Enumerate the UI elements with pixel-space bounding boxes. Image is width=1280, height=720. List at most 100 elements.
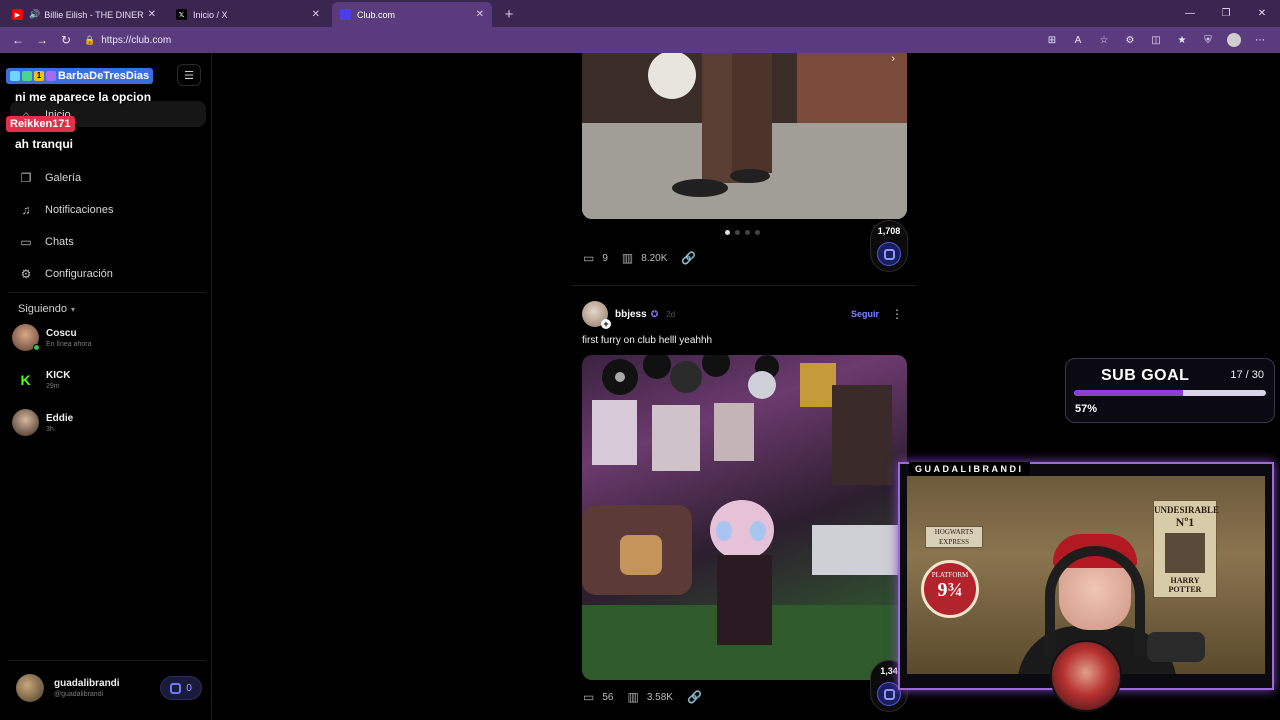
photo-room-scene — [582, 355, 907, 680]
close-icon[interactable]: ✕ — [476, 9, 484, 20]
club-icon — [340, 9, 351, 20]
url-field[interactable]: 🔒 https://club.com — [84, 35, 171, 46]
sidebar-item-label: Configuración — [45, 268, 113, 280]
divider — [571, 285, 917, 286]
tab-title: Club.com — [357, 9, 396, 20]
tab-youtube[interactable]: ▶ 🔊 Billie Eilish - THE DINER (Offic ✕ — [4, 2, 164, 27]
restore-icon[interactable]: ❐ — [1208, 0, 1244, 27]
profile-card[interactable]: guadalibrandi @guadalibrandi 0 — [10, 668, 202, 708]
tip-button[interactable] — [877, 242, 901, 266]
following-label: Siguiendo — [18, 303, 67, 315]
chat-message: ni me aparece la opcion — [15, 90, 152, 104]
sidebar-item-chats[interactable]: ▭ Chats — [18, 235, 74, 249]
coins-button[interactable]: 0 — [160, 676, 202, 700]
dot[interactable] — [745, 230, 750, 235]
app-install-icon[interactable]: ⊞ — [1040, 29, 1064, 51]
badge-icon — [22, 71, 32, 82]
tab-title: Inicio / X — [193, 9, 228, 20]
sidebar-item-galeria[interactable]: ❐ Galería — [18, 171, 81, 185]
url-text: https://club.com — [101, 34, 172, 46]
comment-icon[interactable]: ▭ — [583, 251, 594, 265]
window-controls: — ❐ ✕ — [1172, 0, 1280, 27]
lock-icon[interactable]: 🔒 — [84, 35, 95, 46]
link-icon[interactable]: 🔗 — [687, 690, 702, 704]
view-count: 3.58K — [646, 691, 673, 703]
dot[interactable] — [725, 230, 730, 235]
more-options-icon[interactable]: ⋮ — [891, 307, 903, 321]
chat-username-text: BarbaDeTresDias — [58, 70, 150, 82]
speaker-icon[interactable]: 🔊 — [29, 9, 40, 20]
view-count: 8.20K — [641, 252, 668, 264]
post-image[interactable]: › — [582, 53, 907, 219]
profile-avatar[interactable] — [1222, 29, 1246, 51]
sub-goal-percent: 57% — [1075, 403, 1098, 415]
refresh-icon[interactable]: ↻ — [54, 29, 78, 51]
sub-goal-progress-bar — [1074, 390, 1266, 396]
shield-icon[interactable]: ⛨ — [1196, 29, 1220, 51]
sidebar-item-notificaciones[interactable]: ♫ Notificaciones — [18, 203, 114, 217]
bell-icon: ♫ — [21, 203, 31, 217]
favorites-icon[interactable]: ★ — [1170, 29, 1194, 51]
hogwarts-sign: HOGWARTS EXPRESS — [925, 526, 983, 548]
following-status: 29m — [46, 382, 60, 390]
coins-count: 0 — [186, 682, 192, 694]
coin-icon — [170, 682, 182, 694]
poster: UNDESIRABLE Nº1 HARRY POTTER — [1153, 500, 1220, 598]
post-header: + bbjess ✪ 2d Seguir ⋮ — [582, 300, 907, 329]
follow-button[interactable]: Seguir — [851, 309, 879, 319]
sidebar-item-label: Chats — [45, 236, 74, 248]
dot[interactable] — [735, 230, 740, 235]
gear-icon: ⚙ — [20, 267, 32, 281]
dot[interactable] — [755, 230, 760, 235]
comment-count: 9 — [602, 252, 608, 264]
sidebar-item-label: Galería — [45, 172, 82, 184]
sub-goal-count: 17 / 30 — [1230, 369, 1264, 381]
minimize-icon[interactable]: — — [1172, 0, 1208, 27]
sidebar-item-configuracion[interactable]: ⚙ Configuración — [18, 267, 113, 281]
platform-label: PLATFORM — [931, 571, 969, 579]
hamburger-menu-button[interactable]: ☰ — [177, 64, 201, 86]
score-count: 1,34 — [880, 666, 898, 676]
sidebar-item-label: Notificaciones — [45, 204, 114, 216]
plus-icon[interactable]: + — [601, 319, 611, 329]
read-aloud-icon[interactable]: A — [1066, 29, 1090, 51]
profile-name: guadalibrandi — [54, 678, 120, 689]
close-window-icon[interactable]: ✕ — [1244, 0, 1280, 27]
post-stats: ▭ 9 ▥ 8.20K 🔗 — [583, 251, 704, 265]
sub-goal-progress-fill — [1074, 390, 1184, 396]
x-logo-icon: 𝕏 — [176, 9, 187, 20]
following-item-kick[interactable]: K KICK 29m — [12, 366, 70, 393]
poster-photo — [1165, 533, 1205, 573]
close-icon[interactable]: ✕ — [148, 9, 156, 20]
new-tab-button[interactable]: + — [498, 3, 520, 25]
microphone — [1147, 632, 1205, 662]
kick-logo-icon: K — [20, 371, 31, 388]
extensions-icon[interactable]: ⚙ — [1118, 29, 1142, 51]
platform-sign: PLATFORM 9¾ — [921, 560, 979, 618]
online-indicator — [33, 344, 40, 351]
back-icon[interactable]: ← — [6, 29, 30, 51]
forward-icon[interactable]: → — [30, 29, 54, 51]
chevron-right-icon[interactable]: › — [891, 53, 895, 65]
avatar[interactable]: + — [582, 301, 611, 329]
link-icon[interactable]: 🔗 — [681, 251, 696, 265]
tab-x[interactable]: 𝕏 Inicio / X ✕ — [168, 2, 328, 27]
split-screen-icon[interactable]: ◫ — [1144, 29, 1168, 51]
comment-icon[interactable]: ▭ — [583, 690, 594, 704]
favorite-star-icon[interactable]: ☆ — [1092, 29, 1116, 51]
close-icon[interactable]: ✕ — [312, 9, 320, 20]
post-image[interactable] — [582, 355, 907, 680]
tab-club[interactable]: Club.com ✕ — [332, 2, 492, 27]
post-author[interactable]: bbjess — [615, 309, 647, 320]
following-header[interactable]: Siguiendo ▾ — [18, 303, 75, 315]
more-icon[interactable]: ⋯ — [1248, 29, 1272, 51]
following-item-eddie[interactable]: Eddie 3h — [12, 409, 73, 436]
platform-number: 9¾ — [937, 579, 963, 601]
sub-goal-widget: SUB GOAL 17 / 30 57% — [1065, 358, 1275, 423]
following-status: En línea ahora — [46, 340, 92, 348]
tab-bar: ▶ 🔊 Billie Eilish - THE DINER (Offic ✕ 𝕏… — [0, 0, 1280, 27]
chat-icon: ▭ — [20, 235, 32, 249]
following-item-coscu[interactable]: Coscu En línea ahora — [12, 324, 92, 351]
gallery-icon: ❐ — [20, 171, 32, 185]
poster-title: UNDESIRABLE — [1154, 505, 1220, 515]
